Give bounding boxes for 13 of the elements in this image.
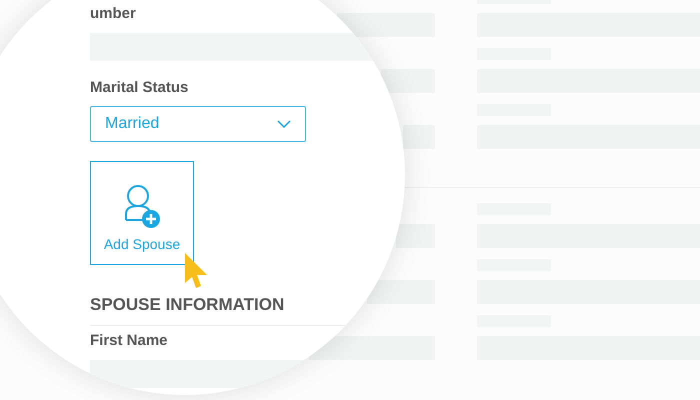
placeholder-field (396, 224, 435, 248)
cursor-icon (183, 251, 209, 289)
field-label: First Name (90, 332, 168, 349)
add-person-icon (122, 184, 162, 230)
placeholder-field (381, 69, 435, 93)
placeholder-field (403, 125, 435, 149)
section-title: SPOUSE INFORMATION (90, 295, 284, 315)
field-label: Marital Status (90, 79, 188, 96)
placeholder-field (367, 280, 435, 304)
chevron-down-icon (277, 120, 291, 128)
marital-status-dropdown[interactable]: Married (90, 106, 306, 142)
field-label: umber (90, 5, 136, 22)
add-spouse-button[interactable]: Add Spouse (90, 161, 194, 265)
